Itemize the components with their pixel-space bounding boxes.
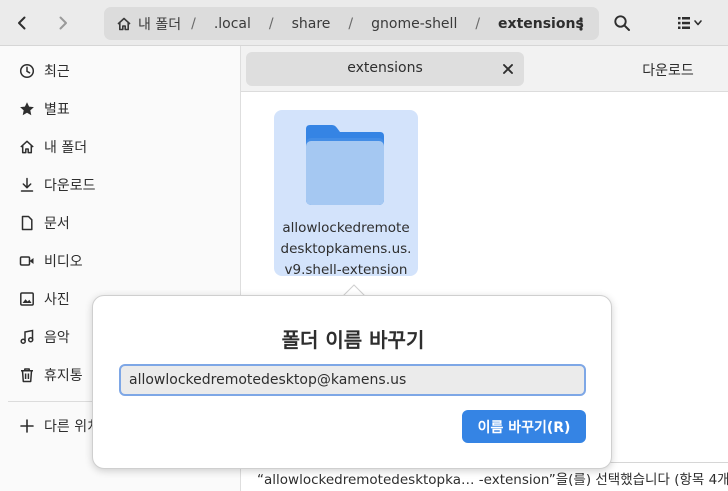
sidebar-item-documents[interactable]: 문서 [0,204,240,242]
chevron-left-icon [18,16,26,30]
tab-bar: extensions 다운로드 [241,46,728,92]
clock-icon [19,63,35,79]
image-icon [20,292,34,306]
view-options-button[interactable] [670,7,710,39]
sidebar-item-label: 내 폴더 [44,140,88,156]
tab-label: extensions [347,60,423,76]
chevron-right-icon [59,16,67,30]
sidebar-item-label: 사진 [44,292,70,308]
sidebar-item-label: 다운로드 [44,178,96,194]
status-text: “allowlockedremotedesktopka… -extension”… [257,472,728,488]
sidebar-item-label: 비디오 [44,254,83,270]
path-bar: 내 폴더 / .local / share / gnome-shell / ex… [104,7,599,40]
kebab-menu-icon [579,16,583,31]
search-button[interactable] [606,7,638,39]
video-icon [19,256,34,266]
sidebar-item-label: 별표 [44,102,70,118]
popover-title: 폴더 이름 바꾸기 [281,328,425,352]
sidebar-item-label: 문서 [44,216,70,232]
close-icon [503,64,513,74]
file-name-line: allowlockedremote [282,220,410,236]
sidebar-item-recent[interactable]: 최근 [0,52,240,90]
sidebar-item-videos[interactable]: 비디오 [0,242,240,280]
back-button[interactable] [6,7,38,39]
rename-popover: 폴더 이름 바꾸기 이름 바꾸기(R) [92,295,612,469]
path-menu-button[interactable] [567,9,595,38]
tab-downloads[interactable]: 다운로드 [531,52,728,86]
breadcrumb-separator: / [348,15,354,32]
breadcrumb-separator: / [475,15,481,32]
breadcrumb-share[interactable]: share [278,7,345,40]
home-icon [20,140,34,154]
sidebar-item-starred[interactable]: 별표 [0,90,240,128]
rename-button[interactable]: 이름 바꾸기(R) [462,410,586,443]
download-icon [20,177,34,192]
document-icon [21,215,33,231]
file-name-line: desktopkamens.us. [280,241,412,257]
sidebar-item-label: 최근 [44,64,70,80]
breadcrumb-label: 내 폴더 [138,16,182,33]
folder-icon [306,125,384,205]
tab-label: 다운로드 [642,63,694,79]
header-bar: 내 폴더 / .local / share / gnome-shell / ex… [0,0,728,46]
breadcrumb-separator: / [191,15,196,32]
star-icon [20,102,34,116]
home-icon [117,17,131,30]
breadcrumb-separator: / [268,15,274,32]
sidebar-item-home[interactable]: 내 폴더 [0,128,240,166]
file-name-line: v9.shell-extension [284,262,408,278]
breadcrumb-label: share [291,15,331,32]
trash-icon [21,368,33,383]
rename-input[interactable] [119,364,586,396]
breadcrumb-label: gnome-shell [371,15,458,32]
file-item-folder[interactable]: allowlockedremote desktopkamens.us. v9.s… [274,110,418,278]
list-view-icon [678,17,702,29]
sidebar-item-label: 휴지통 [44,368,83,384]
file-name: allowlockedremote desktopkamens.us. v9.s… [274,218,418,281]
forward-button[interactable] [47,7,79,39]
breadcrumb-home[interactable]: 내 폴더 [104,7,187,40]
sidebar-item-label: 음악 [44,330,70,346]
sidebar-item-downloads[interactable]: 다운로드 [0,166,240,204]
tab-extensions[interactable]: extensions [246,52,524,86]
breadcrumb-gnome-shell[interactable]: gnome-shell [357,7,471,40]
plus-icon [20,419,34,433]
breadcrumb-label: .local [213,15,251,32]
music-icon [20,329,34,344]
breadcrumb-local[interactable]: .local [200,7,265,40]
close-tab-button[interactable] [500,61,516,77]
search-icon [614,15,630,31]
